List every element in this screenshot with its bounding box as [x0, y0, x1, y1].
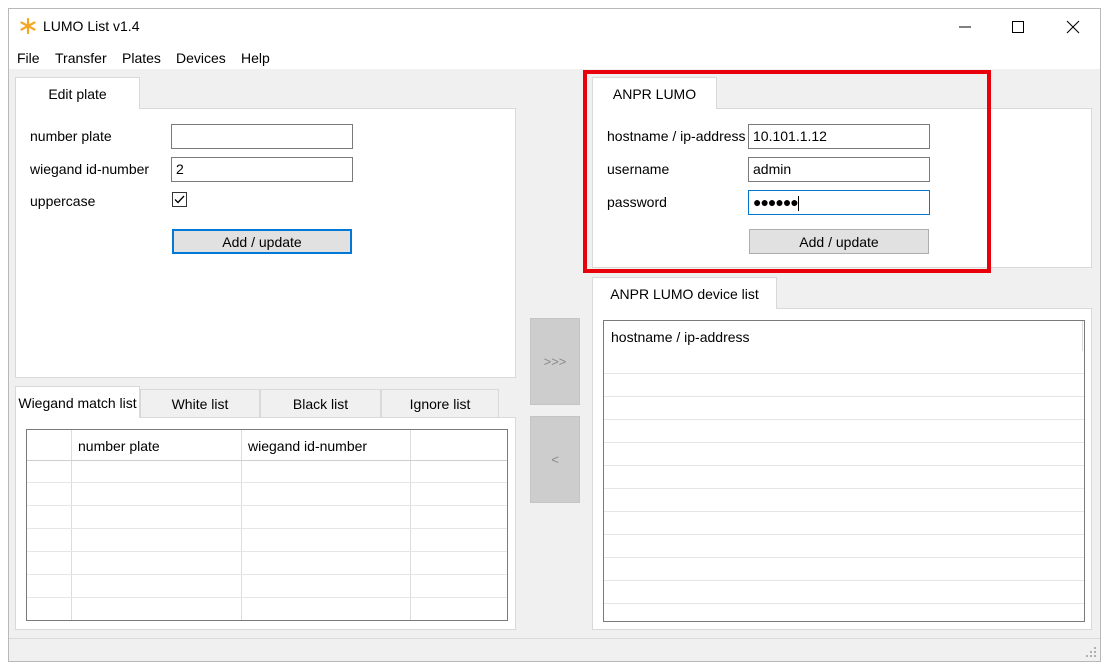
- tab-label: Black list: [292, 396, 349, 412]
- tab-black-list[interactable]: Black list: [260, 389, 381, 418]
- device-list-panel: hostname / ip-address: [592, 308, 1092, 630]
- add-update-device-button[interactable]: Add / update: [749, 229, 929, 254]
- device-grid[interactable]: hostname / ip-address: [603, 320, 1085, 622]
- menu-devices[interactable]: Devices: [176, 50, 226, 66]
- tab-label: White list: [171, 396, 229, 412]
- minimize-button[interactable]: [942, 9, 988, 45]
- tab-white-list[interactable]: White list: [140, 389, 260, 418]
- window-title: LUMO List v1.4: [43, 18, 140, 34]
- wiegand-input[interactable]: 2: [171, 157, 353, 182]
- anpr-panel: hostname / ip-address 10.101.1.12 userna…: [592, 108, 1092, 268]
- transfer-right-button[interactable]: >>>: [530, 318, 580, 405]
- list-panel: number plate wiegand id-number: [15, 417, 516, 630]
- tab-label: Ignore list: [409, 396, 471, 412]
- menu-help[interactable]: Help: [241, 50, 270, 66]
- username-input[interactable]: admin: [748, 157, 930, 182]
- tab-ignore-list[interactable]: Ignore list: [381, 389, 499, 418]
- number-plate-label: number plate: [30, 128, 112, 144]
- close-button[interactable]: [1050, 9, 1096, 45]
- tab-wiegand-match-list[interactable]: Wiegand match list: [15, 386, 140, 418]
- tab-anpr-device-list[interactable]: ANPR LUMO device list: [592, 277, 777, 309]
- tab-label: Wiegand match list: [18, 394, 137, 411]
- column-header-wiegand-id[interactable]: wiegand id-number: [241, 430, 410, 460]
- password-input[interactable]: ●●●●●●: [748, 190, 930, 215]
- uppercase-label: uppercase: [30, 193, 96, 209]
- menu-bar: File Transfer Plates Devices Help: [9, 45, 1100, 69]
- wiegand-match-grid[interactable]: number plate wiegand id-number: [26, 429, 508, 621]
- status-bar: [9, 638, 1100, 661]
- column-header-hostname[interactable]: hostname / ip-address: [604, 321, 1082, 351]
- menu-plates[interactable]: Plates: [122, 50, 161, 66]
- minimize-icon: [959, 26, 971, 28]
- tab-label: ANPR LUMO: [612, 85, 697, 102]
- close-icon: [1066, 20, 1080, 34]
- password-label: password: [607, 194, 667, 210]
- star-icon: [20, 17, 36, 35]
- hostname-input[interactable]: 10.101.1.12: [748, 124, 930, 149]
- hostname-label: hostname / ip-address: [607, 128, 746, 144]
- wiegand-label: wiegand id-number: [30, 161, 150, 177]
- tab-label: Edit plate: [48, 85, 107, 102]
- transfer-left-button[interactable]: <: [530, 416, 580, 503]
- resize-grip-icon[interactable]: [1085, 646, 1097, 658]
- username-label: username: [607, 161, 670, 177]
- column-header-number-plate[interactable]: number plate: [71, 430, 241, 460]
- title-bar: LUMO List v1.4: [9, 9, 1100, 45]
- menu-file[interactable]: File: [17, 50, 40, 66]
- tab-anpr-lumo[interactable]: ANPR LUMO: [592, 77, 717, 109]
- number-plate-input[interactable]: [171, 124, 353, 149]
- main-window: LUMO List v1.4 File Transfer Plates Devi…: [8, 8, 1101, 662]
- add-update-plate-button[interactable]: Add / update: [172, 229, 352, 254]
- password-mask: ●●●●●●: [753, 194, 799, 210]
- menu-transfer[interactable]: Transfer: [55, 50, 107, 66]
- tab-edit-plate[interactable]: Edit plate: [15, 77, 140, 109]
- maximize-button[interactable]: [995, 9, 1041, 45]
- maximize-icon: [1012, 21, 1024, 33]
- edit-plate-panel: number plate wiegand id-number 2 upperca…: [15, 108, 516, 378]
- uppercase-checkbox[interactable]: [172, 192, 187, 207]
- tab-label: ANPR LUMO device list: [610, 285, 759, 302]
